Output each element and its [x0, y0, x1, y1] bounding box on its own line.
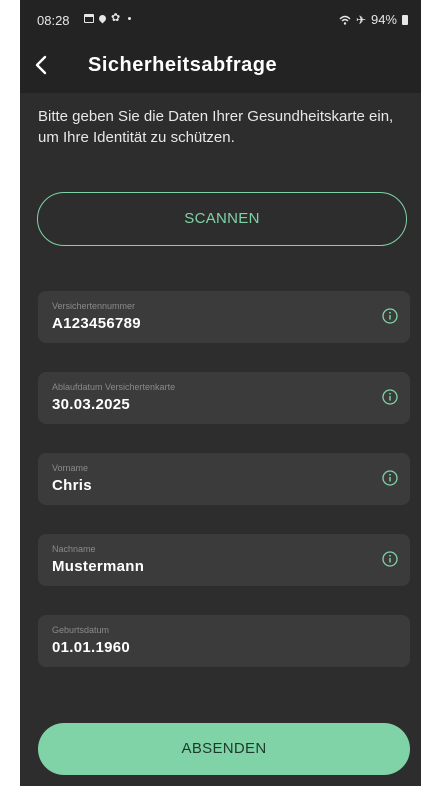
status-bar: 08:28 ✿ ✈ 94% — [20, 0, 421, 38]
card-expiry-field[interactable]: Ablaufdatum Versichertenkarte 30.03.2025 — [38, 372, 410, 424]
airplane-icon: ✈ — [355, 12, 366, 27]
status-time: 08:28 — [37, 13, 70, 28]
birth-date-field[interactable]: Geburtsdatum 01.01.1960 — [38, 615, 410, 667]
phone-screen: 08:28 ✿ ✈ 94% Sicherheitsabfrage Bitte g… — [20, 0, 421, 786]
field-label: Vorname — [52, 463, 89, 473]
field-value: 30.03.2025 — [52, 396, 131, 413]
last-name-field[interactable]: Nachname Mustermann — [38, 534, 410, 586]
first-name-field[interactable]: Vorname Chris — [38, 453, 410, 505]
insurance-number-field[interactable]: Versichertennummer A123456789 — [38, 291, 410, 343]
calendar-icon — [84, 13, 94, 23]
notification-icons: ✿ — [84, 12, 132, 24]
info-icon[interactable] — [382, 470, 398, 486]
info-icon[interactable] — [382, 389, 398, 405]
location-icon — [97, 13, 108, 23]
field-value: 01.01.1960 — [52, 639, 131, 656]
field-label: Ablaufdatum Versichertenkarte — [52, 382, 176, 392]
info-icon[interactable] — [382, 308, 398, 324]
field-label: Geburtsdatum — [52, 625, 110, 635]
battery-icon — [402, 14, 408, 25]
intro-text: Bitte geben Sie die Daten Ihrer Gesundhe… — [38, 108, 394, 146]
field-value: Mustermann — [52, 558, 145, 575]
gear-icon: ✿ — [111, 12, 121, 24]
system-icons: ✈ 94% — [339, 12, 408, 27]
field-value: A123456789 — [52, 315, 141, 332]
field-value: Chris — [52, 477, 92, 494]
battery-percent: 94% — [370, 12, 397, 27]
field-label: Nachname — [52, 544, 96, 554]
submit-button[interactable]: ABSENDEN — [38, 723, 410, 775]
field-label: Versichertennummer — [52, 301, 136, 311]
back-arrow-icon[interactable] — [30, 53, 54, 77]
dot-icon — [128, 16, 132, 20]
app-bar: Sicherheitsabfrage — [20, 38, 421, 93]
info-icon[interactable] — [382, 551, 398, 567]
page-title: Sicherheitsabfrage — [88, 54, 278, 76]
wifi-icon — [339, 15, 351, 25]
scan-button[interactable]: SCANNEN — [37, 192, 407, 246]
